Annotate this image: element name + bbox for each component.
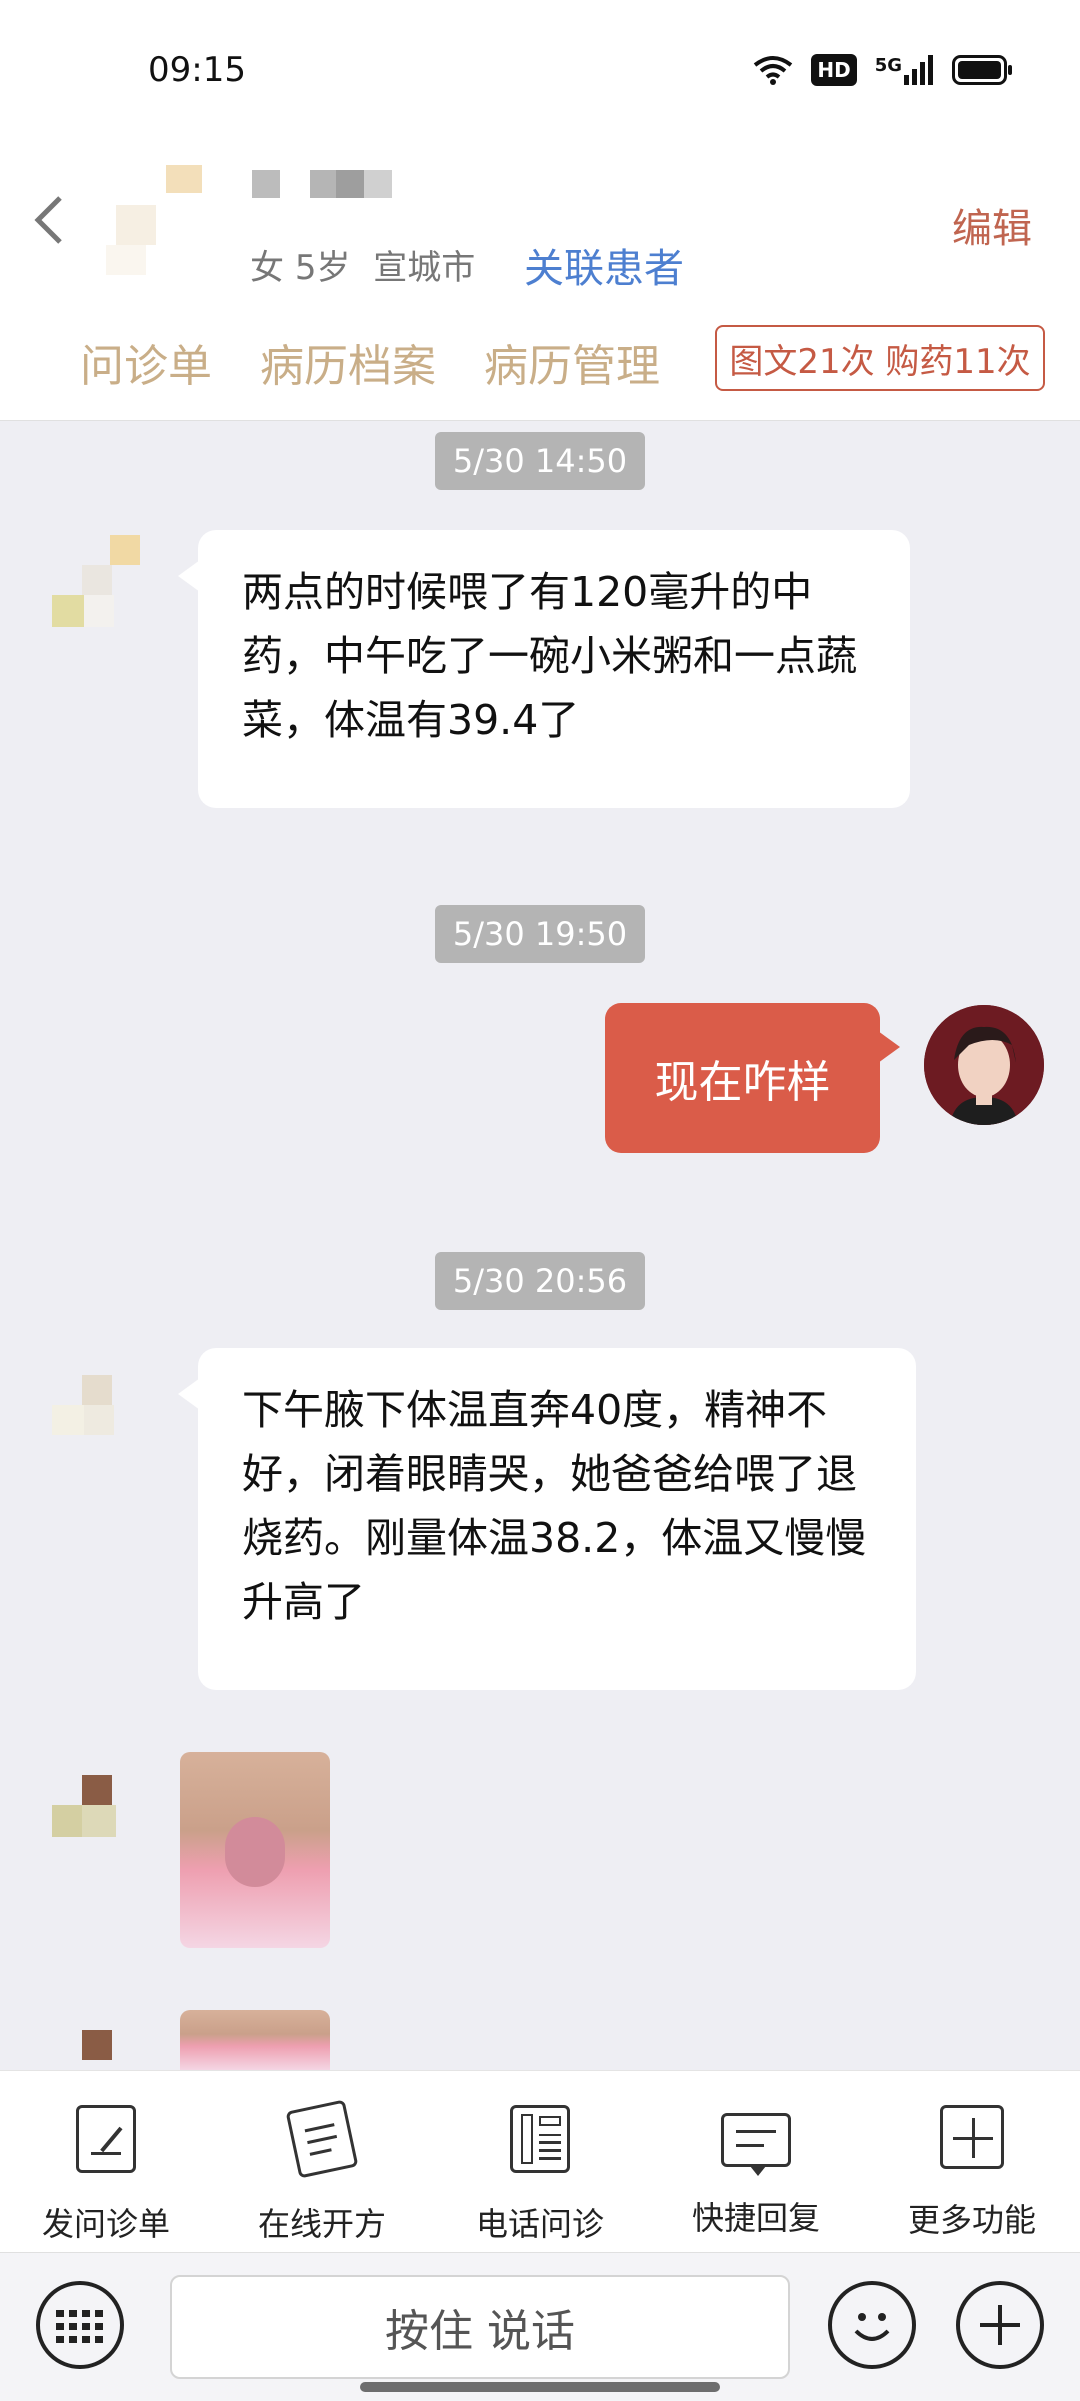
phone-icon <box>510 2105 570 2173</box>
message-timestamp: 5/30 14:50 <box>435 432 645 490</box>
quick-reply-icon <box>721 2113 791 2176</box>
send-form-button[interactable]: 发问诊单 <box>6 2105 206 2245</box>
patient-avatar[interactable] <box>32 1745 162 1855</box>
back-arrow-icon[interactable] <box>30 190 70 250</box>
patient-info: 女 5岁 宣城市 <box>250 240 475 289</box>
network-label: 5G <box>874 55 902 76</box>
toolbar-label: 电话问诊 <box>475 2205 604 2243</box>
prescription-icon <box>285 2099 359 2179</box>
chat-header: 女 5岁 宣城市 关联患者 编辑 问诊单 病历档案 病历管理 图文21次 购药1… <box>0 140 1080 421</box>
patient-age: 5岁 <box>294 248 351 288</box>
patient-avatar[interactable] <box>32 1345 162 1455</box>
message-bubble-outgoing[interactable]: 现在咋样 <box>605 1003 900 1153</box>
tab-consult-form[interactable]: 问诊单 <box>80 330 212 394</box>
tab-medical-records[interactable]: 病历档案 <box>260 330 436 394</box>
battery-icon <box>952 55 1012 85</box>
online-prescription-button[interactable]: 在线开方 <box>222 2099 422 2245</box>
toolbar-label: 在线开方 <box>257 2205 386 2243</box>
add-attachment-icon[interactable] <box>956 2281 1044 2369</box>
hold-to-talk-button[interactable]: 按住 说话 <box>170 2275 790 2379</box>
patient-avatar[interactable] <box>32 535 162 645</box>
message-timestamp: 5/30 19:50 <box>435 905 645 963</box>
home-indicator <box>360 2382 720 2392</box>
function-toolbar: 发问诊单 在线开方 电话问诊 快捷回复 更多功能 <box>0 2070 1080 2253</box>
phone-consult-button[interactable]: 电话问诊 <box>440 2105 640 2245</box>
tab-record-management[interactable]: 病历管理 <box>484 330 660 394</box>
doctor-photo-icon <box>924 1005 1044 1125</box>
edit-button[interactable]: 编辑 <box>952 196 1032 254</box>
patient-city: 宣城市 <box>373 248 476 288</box>
keyboard-icon[interactable] <box>36 2281 124 2369</box>
form-edit-icon <box>76 2105 136 2173</box>
tongue-photo-image[interactable] <box>180 1752 330 1948</box>
doctor-avatar[interactable] <box>924 1005 1044 1125</box>
status-icons: HD 5G <box>753 48 1014 92</box>
hd-badge: HD <box>811 54 857 86</box>
toolbar-label: 更多功能 <box>907 2201 1036 2239</box>
link-patient-button[interactable]: 关联患者 <box>524 236 684 294</box>
emoji-icon[interactable] <box>828 2281 916 2369</box>
wifi-icon <box>754 56 793 85</box>
message-bubble-incoming[interactable]: 两点的时候喂了有120毫升的中药，中午吃了一碗小米粥和一点蔬菜，体温有39.4了 <box>178 530 910 808</box>
header-tabs: 问诊单 病历档案 病历管理 <box>80 330 660 394</box>
toolbar-label: 快捷回复 <box>691 2199 820 2237</box>
face-photo-image[interactable] <box>180 2010 330 2070</box>
patient-sex: 女 <box>250 248 284 288</box>
quick-reply-button[interactable]: 快捷回复 <box>656 2105 856 2239</box>
service-counts-badge[interactable]: 图文21次 购药11次 <box>715 325 1045 391</box>
message-timestamp: 5/30 20:56 <box>435 1252 645 1310</box>
signal-icon: 5G <box>875 55 934 85</box>
more-functions-button[interactable]: 更多功能 <box>872 2105 1072 2241</box>
patient-header-avatar[interactable] <box>96 165 206 275</box>
input-bar: 按住 说话 <box>0 2252 1080 2401</box>
message-bubble-incoming[interactable]: 下午腋下体温直奔40度，精神不好，闭着眼睛哭，她爸爸给喂了退烧药。刚量体温38.… <box>178 1348 916 1690</box>
toolbar-label: 发问诊单 <box>41 2205 170 2243</box>
tongue-shape <box>225 1817 285 1887</box>
smiley-face-icon <box>854 2313 890 2341</box>
plus-icon <box>980 2305 1020 2345</box>
status-bar: 09:15 HD 5G <box>0 0 1080 140</box>
patient-avatar[interactable] <box>32 2000 162 2060</box>
status-time: 09:15 <box>148 50 246 90</box>
plus-square-icon <box>940 2105 1004 2169</box>
